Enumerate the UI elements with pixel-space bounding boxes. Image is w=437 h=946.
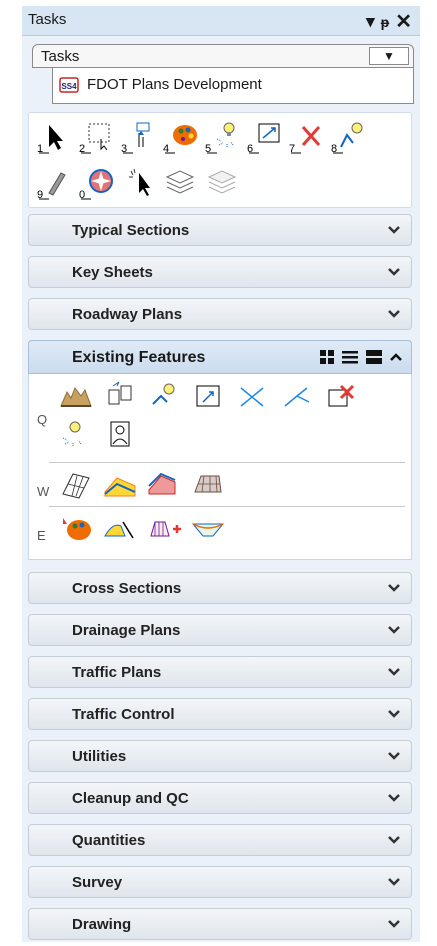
section-label: Traffic Plans (72, 664, 162, 681)
section-existing-features[interactable]: Existing Features (28, 340, 412, 374)
lightbulb-locate-icon[interactable]: 5 (203, 119, 241, 155)
zoom-box-icon[interactable] (189, 380, 227, 416)
section-utilities[interactable]: Utilities (28, 740, 412, 772)
terrain-icon[interactable] (57, 380, 95, 416)
row-label-w: W (37, 484, 50, 499)
chevron-down-icon (388, 878, 400, 886)
section-label: Typical Sections (72, 222, 190, 239)
compass-icon[interactable]: 0 (77, 165, 115, 201)
select-arrow-icon[interactable]: 1 (35, 119, 73, 155)
surface-wedge-icon[interactable] (189, 512, 227, 548)
copy-file-icon[interactable] (101, 380, 139, 416)
section-key-sheets[interactable]: Key Sheets (28, 256, 412, 288)
task-panel-titlebar: Tasks ▾ ᵽ ✕ (22, 6, 420, 36)
window-title: Tasks (28, 11, 67, 28)
surface-slope-icon[interactable] (101, 468, 139, 504)
chevron-down-icon (388, 752, 400, 760)
section-label: Roadway Plans (72, 306, 183, 323)
chevron-down-icon (388, 226, 400, 234)
section-traffic-control[interactable]: Traffic Control (28, 698, 412, 730)
workflow-item[interactable]: SS4 FDOT Plans Development (52, 68, 414, 104)
section-quantities[interactable]: Quantities (28, 824, 412, 856)
pen-icon[interactable]: 9 (35, 165, 73, 201)
section-label: Utilities (72, 748, 127, 765)
task-panel: Tasks ▼ SS4 FDOT Plans Development 1 2 3… (22, 36, 420, 942)
section-label: Cross Sections (72, 580, 182, 597)
select-rectangle-icon[interactable]: 2 (77, 119, 115, 155)
icon-grid-view-icon[interactable] (319, 349, 335, 368)
view-mode-icons (319, 349, 403, 368)
chevron-down-icon (388, 584, 400, 592)
chevron-down-icon (388, 836, 400, 844)
grid-mesh-icon[interactable] (57, 468, 95, 504)
template-add-icon[interactable] (145, 512, 183, 548)
tab-dropdown-button[interactable]: ▼ (369, 47, 409, 65)
lightbulb-select-icon[interactable] (57, 418, 95, 454)
corridor-curve-icon[interactable] (101, 512, 139, 548)
surface-stack-icon[interactable] (145, 468, 183, 504)
layers-gray-icon[interactable] (203, 165, 241, 201)
row-separator (49, 462, 405, 463)
chevron-down-icon (388, 268, 400, 276)
dropdown-arrow-icon[interactable]: ▾ (366, 12, 375, 32)
section-label: Existing Features (72, 349, 206, 366)
angle-lines-icon[interactable] (277, 380, 315, 416)
section-label: Traffic Control (72, 706, 175, 723)
palette-fire-icon[interactable] (57, 512, 95, 548)
fdot-shield-icon: SS4 (59, 77, 79, 93)
layers-icon[interactable] (161, 165, 199, 201)
detail-view-icon[interactable] (365, 349, 383, 368)
section-label: Survey (72, 874, 123, 891)
row-label-q: Q (37, 412, 48, 427)
section-label: Drainage Plans (72, 622, 181, 639)
main-toolbox: 1 2 3 4 5 6 7 8 9 0 (28, 112, 412, 208)
tab-tasks-label: Tasks (41, 48, 80, 65)
list-view-icon[interactable] (341, 349, 359, 368)
row-separator (49, 506, 405, 507)
section-drainage-plans[interactable]: Drainage Plans (28, 614, 412, 646)
tab-tasks[interactable]: Tasks ▼ (32, 44, 414, 68)
section-label: Quantities (72, 832, 146, 849)
workflow-label: FDOT Plans Development (87, 76, 262, 93)
chevron-down-icon (388, 794, 400, 802)
section-label: Key Sheets (72, 264, 153, 281)
section-label: Cleanup and QC (72, 790, 189, 807)
chevron-up-icon[interactable] (389, 350, 403, 367)
tasks-tab-area: Tasks ▼ SS4 FDOT Plans Development (32, 44, 414, 104)
section-roadway-plans[interactable]: Roadway Plans (28, 298, 412, 330)
chevron-down-icon: ▼ (383, 49, 395, 63)
surface-grid-icon[interactable] (189, 468, 227, 504)
chevron-down-icon (388, 668, 400, 676)
section-survey[interactable]: Survey (28, 866, 412, 898)
section-typical-sections[interactable]: Typical Sections (28, 214, 412, 246)
section-drawing[interactable]: Drawing (28, 908, 412, 940)
palette-icon[interactable]: 4 (161, 119, 199, 155)
section-traffic-plans[interactable]: Traffic Plans (28, 656, 412, 688)
clipboard-person-icon[interactable] (101, 418, 139, 454)
pin-icon[interactable]: ᵽ (381, 14, 390, 30)
section-cross-sections[interactable]: Cross Sections (28, 572, 412, 604)
window-controls: ▾ ᵽ ✕ (366, 9, 412, 34)
lightbulb-pick-icon[interactable] (145, 380, 183, 416)
chevron-down-icon (388, 626, 400, 634)
existing-features-tools: Q W E (28, 374, 412, 560)
red-x-delete-icon[interactable]: 7 (287, 119, 325, 155)
chevron-down-icon (388, 710, 400, 718)
delete-red-icon[interactable] (321, 380, 359, 416)
row-label-e: E (37, 528, 46, 543)
lightbulb-connect-icon[interactable]: 8 (329, 119, 367, 155)
zoom-extents-icon[interactable]: 6 (245, 119, 283, 155)
cross-lines-icon[interactable] (233, 380, 271, 416)
chevron-down-icon (388, 310, 400, 318)
svg-text:SS4: SS4 (61, 82, 77, 91)
chevron-down-icon (388, 920, 400, 928)
section-label: Drawing (72, 916, 132, 933)
close-icon[interactable]: ✕ (395, 9, 412, 34)
section-cleanup-and-qc[interactable]: Cleanup and QC (28, 782, 412, 814)
cursor-sparkle-icon[interactable] (119, 165, 157, 201)
copy-move-icon[interactable]: 3 (119, 119, 157, 155)
